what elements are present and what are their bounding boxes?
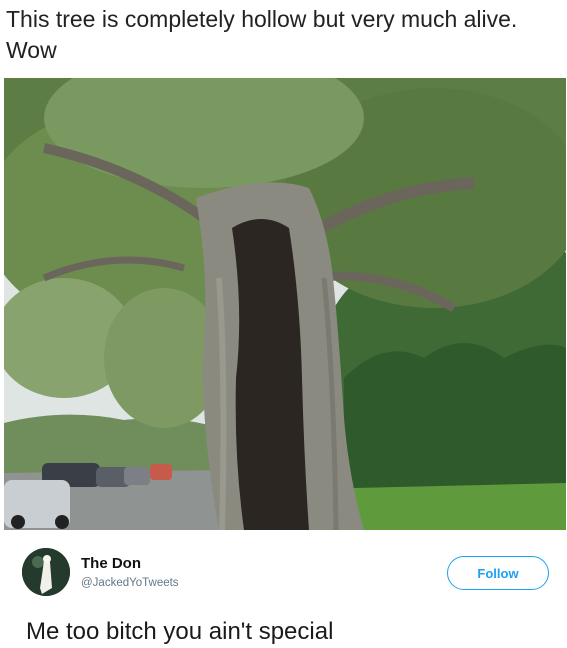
follow-button[interactable]: Follow <box>447 556 549 590</box>
post-caption: This tree is completely hollow but very … <box>6 6 518 63</box>
user-handle[interactable]: @JackedYoTweets <box>81 577 179 589</box>
hollow-tree-photo <box>4 78 566 530</box>
display-name[interactable]: The Don <box>81 555 141 572</box>
tweet-text: Me too bitch you ain't special <box>26 618 334 645</box>
tweet-card: The Don @JackedYoTweets Follow Me too bi… <box>0 530 567 648</box>
avatar[interactable] <box>22 548 70 596</box>
